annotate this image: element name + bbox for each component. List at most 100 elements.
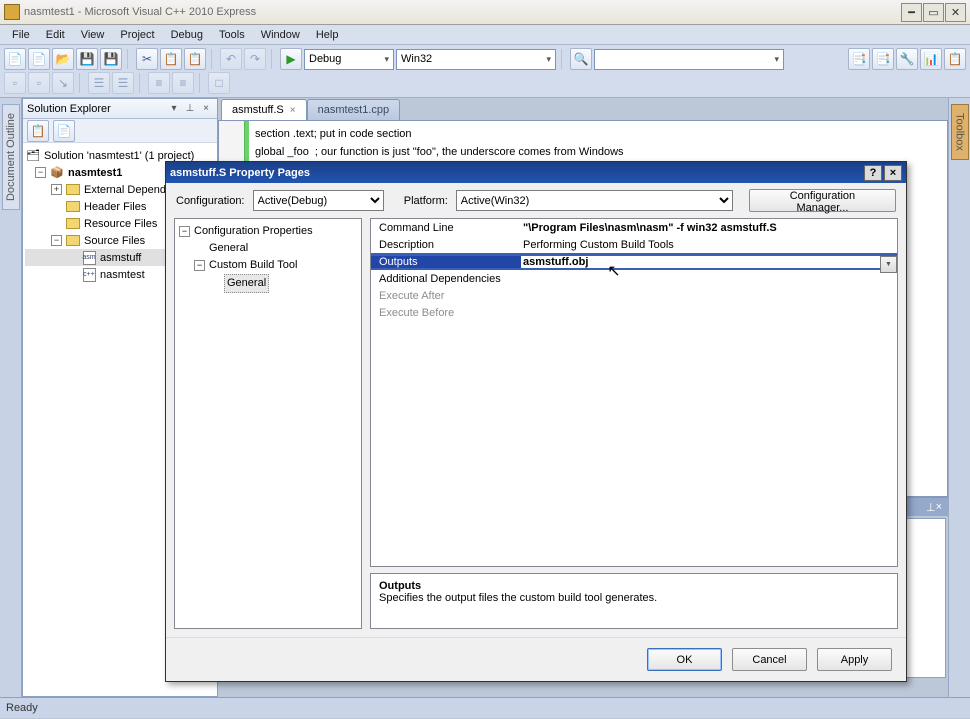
menu-project[interactable]: Project [112,27,162,43]
cancel-button[interactable]: Cancel [732,648,807,671]
platform-select[interactable]: Active(Win32) [456,190,733,211]
properties-button[interactable]: 📋 [27,120,49,142]
redo-button[interactable]: ↷ [244,48,266,70]
ext-button-3[interactable]: 🔧 [896,48,918,70]
undo-button[interactable]: ↶ [220,48,242,70]
save-button[interactable]: 💾 [76,48,98,70]
tree-general[interactable]: General [209,240,248,257]
app-icon [4,4,20,20]
tree-custom-general[interactable]: General [224,274,269,293]
tree-config-props[interactable]: Configuration Properties [194,223,313,240]
dropdown-icon[interactable]: ▼ [880,256,897,273]
config-combo[interactable]: Debug [304,49,394,70]
menu-bar: File Edit View Project Debug Tools Windo… [0,25,970,45]
add-item-button[interactable]: 📄 [28,48,50,70]
expander-icon[interactable]: + [51,184,62,195]
panel-close-icon[interactable]: × [199,102,213,116]
menu-view[interactable]: View [73,27,113,43]
close-button[interactable]: ✕ [945,3,966,22]
tb2-2[interactable]: ▫ [28,72,50,94]
folder-source[interactable]: Source Files [84,233,145,249]
tab-nasmtest1[interactable]: nasmtest1.cpp [307,99,401,120]
prop-description-value[interactable]: Performing Custom Build Tools [521,239,897,251]
ext-button-1[interactable]: 📑 [848,48,870,70]
tab-asmstuff[interactable]: asmstuff.S × [221,99,307,120]
expander-icon[interactable]: − [194,260,205,271]
tb2-4[interactable]: ☰ [88,72,110,94]
toolbox-tab[interactable]: Toolbox [951,104,969,160]
open-button[interactable]: 📂 [52,48,74,70]
platform-combo[interactable]: Win32 [396,49,556,70]
prop-cmdline-value[interactable]: "\Program Files\nasm\nasm" -f win32 asms… [521,222,897,234]
expander-icon[interactable]: − [179,226,190,237]
tb2-5[interactable]: ☰ [112,72,134,94]
panel-close-icon[interactable]: × [936,501,942,513]
ext-button-5[interactable]: 📋 [944,48,966,70]
dialog-close-button[interactable]: × [884,165,902,181]
save-all-button[interactable]: 💾 [100,48,122,70]
right-dock-strip: Toolbox [948,98,970,697]
tb2-7[interactable]: ≡ [172,72,194,94]
separator [211,49,215,69]
file-nasmtest[interactable]: nasmtest [100,267,145,283]
document-outline-tab[interactable]: Document Outline [2,104,20,210]
menu-tools[interactable]: Tools [211,27,253,43]
prop-outputs-value[interactable]: asmstuff.obj▼ [521,256,897,268]
panel-dropdown-icon[interactable]: ▾ [167,102,181,116]
separator [199,73,203,93]
tab-label: asmstuff.S [232,104,284,116]
menu-debug[interactable]: Debug [163,27,211,43]
maximize-button[interactable]: ▭ [923,3,944,22]
tb2-6[interactable]: ≡ [148,72,170,94]
expander-icon[interactable]: − [35,167,46,178]
project-icon: 📦 [49,166,65,180]
find-combo[interactable] [594,49,784,70]
tb2-8[interactable]: □ [208,72,230,94]
tb2-3[interactable]: ↘ [52,72,74,94]
pin-icon[interactable]: ⊥ [183,102,197,116]
menu-window[interactable]: Window [253,27,308,43]
cpp-file-icon: c++ [83,268,96,282]
property-tree[interactable]: −Configuration Properties General −Custo… [174,218,362,629]
configuration-manager-button[interactable]: Configuration Manager... [749,189,896,212]
folder-resource[interactable]: Resource Files [84,216,157,232]
minimize-button[interactable]: ━ [901,3,922,22]
start-debug-button[interactable]: ▶ [280,48,302,70]
ext-button-2[interactable]: 📑 [872,48,894,70]
prop-outputs-label[interactable]: Outputs [371,256,521,268]
cut-button[interactable]: ✂ [136,48,158,70]
prop-description-label[interactable]: Description [371,239,521,251]
status-text: Ready [6,702,38,714]
configuration-select[interactable]: Active(Debug) [253,190,384,211]
status-bar: Ready [0,697,970,718]
pin-icon[interactable]: ⊥ [926,501,936,514]
menu-file[interactable]: File [4,27,38,43]
show-all-button[interactable]: 📄 [53,120,75,142]
prop-execafter-label: Execute After [371,290,521,302]
apply-button[interactable]: Apply [817,648,892,671]
help-button[interactable]: ? [864,165,882,181]
menu-help[interactable]: Help [308,27,347,43]
tab-label: nasmtest1.cpp [318,104,390,116]
tree-custom-build[interactable]: Custom Build Tool [209,257,297,274]
ext-button-4[interactable]: 📊 [920,48,942,70]
prop-cmdline-label[interactable]: Command Line [371,222,521,234]
menu-edit[interactable]: Edit [38,27,73,43]
file-asmstuff[interactable]: asmstuff [100,250,141,266]
new-project-button[interactable]: 📄 [4,48,26,70]
copy-button[interactable]: 📋 [160,48,182,70]
separator [139,73,143,93]
solution-icon: 🗂 [25,149,41,163]
close-tab-icon[interactable]: × [290,105,296,116]
separator [79,73,83,93]
dialog-titlebar: asmstuff.S Property Pages ? × [166,162,906,183]
tb2-1[interactable]: ▫ [4,72,26,94]
folder-header[interactable]: Header Files [84,199,146,215]
paste-button[interactable]: 📋 [184,48,206,70]
expander-icon[interactable]: − [51,235,62,246]
property-grid[interactable]: Command Line"\Program Files\nasm\nasm" -… [370,218,898,567]
ok-button[interactable]: OK [647,648,722,671]
prop-adddep-label[interactable]: Additional Dependencies [371,273,521,285]
find-in-files-button[interactable]: 🔍 [570,48,592,70]
project-node[interactable]: nasmtest1 [68,165,122,181]
